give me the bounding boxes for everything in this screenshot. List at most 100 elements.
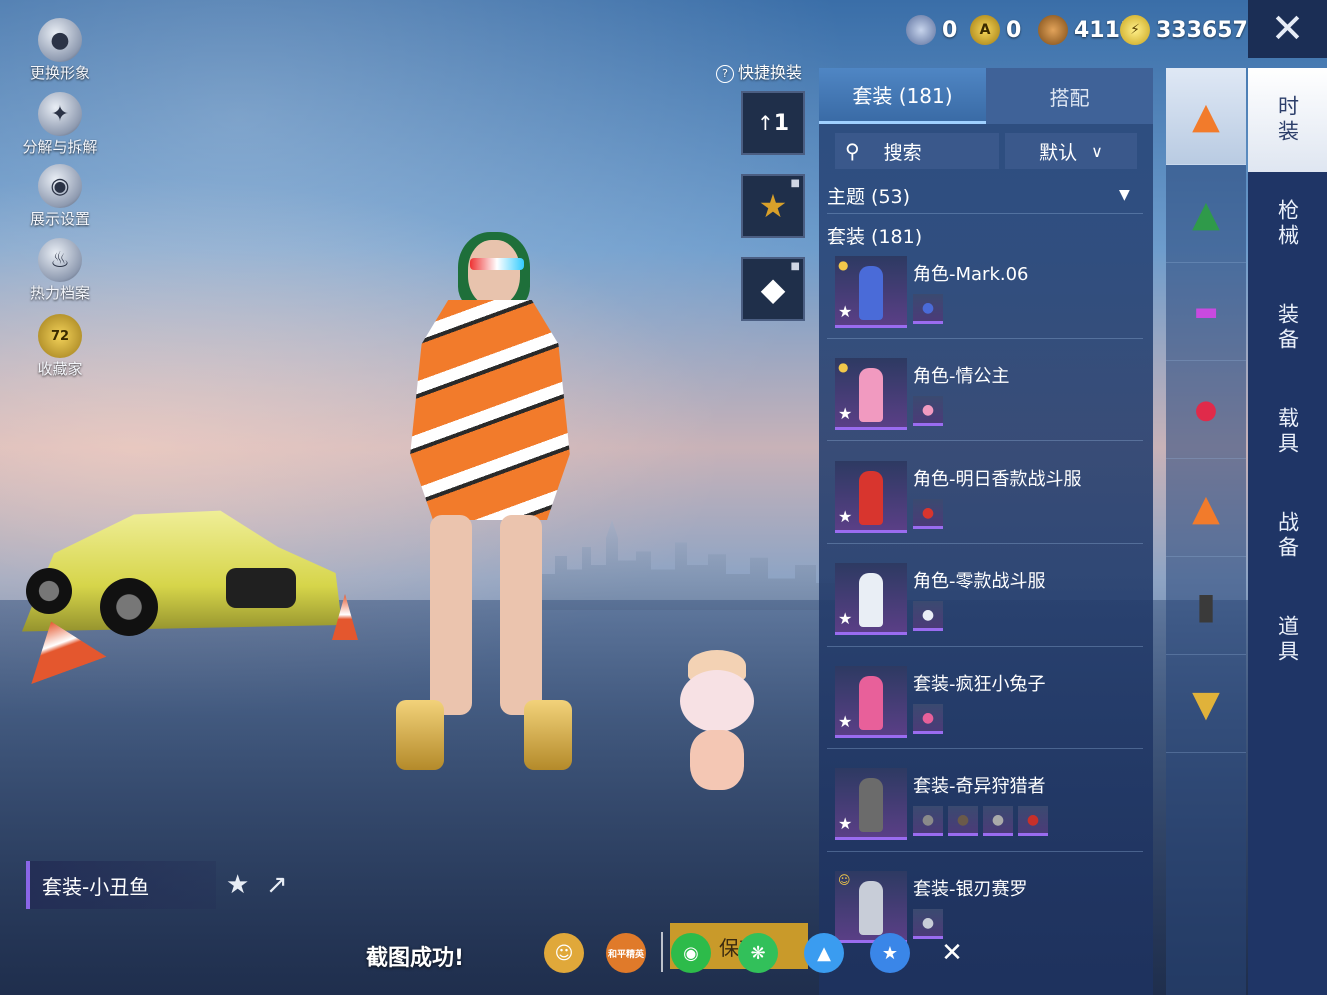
orange-outfit-icon: ▲ xyxy=(1192,95,1220,137)
sub-item[interactable]: ● xyxy=(913,396,943,426)
nav-gear[interactable]: 战备 xyxy=(1248,484,1327,588)
close-icon: ✕ xyxy=(1270,6,1305,52)
search-row: ⚲ 搜索 默认 ∨ xyxy=(835,133,1137,169)
decompose-button[interactable]: ✦ 分解与拆解 xyxy=(10,92,110,157)
divider xyxy=(827,646,1143,647)
currency-1[interactable]: 0 xyxy=(906,12,957,48)
divider xyxy=(827,440,1143,441)
qzone-icon[interactable]: ★ xyxy=(870,933,910,973)
flame-icon: ♨ xyxy=(38,238,82,282)
peace-elite-icon[interactable]: 和平精英 xyxy=(606,933,646,973)
theme-section-header[interactable]: 主题 (53) xyxy=(827,182,910,209)
search-icon: ⚲ xyxy=(845,139,860,163)
character-outfit xyxy=(410,300,570,520)
divider xyxy=(827,543,1143,544)
nav-fashion[interactable]: 时装 xyxy=(1248,68,1327,172)
person-badge-icon: ● xyxy=(838,258,849,272)
list-item[interactable]: ★ 角色-零款战斗服 ● xyxy=(835,563,1145,659)
sub-item[interactable]: ● xyxy=(913,909,943,939)
wechat-icon[interactable]: ◉ xyxy=(671,933,711,973)
outfit-panel: 套装 (181) 搭配 ⚲ 搜索 默认 ∨ 主题 (53) ▼ 套装 (181)… xyxy=(819,68,1153,995)
pet-companion xyxy=(676,650,758,790)
visor-icon: ▬ xyxy=(1193,297,1219,327)
lock-icon: ■ xyxy=(790,178,800,189)
item-thumbnail: ● ★ xyxy=(835,358,907,430)
gold-shoes-icon: ▼ xyxy=(1192,683,1220,725)
suits-section-header: 套装 (181) xyxy=(827,226,923,248)
divider xyxy=(827,213,1143,214)
item-thumbnail: ★ xyxy=(835,563,907,635)
lightning-coin-icon: ⚡ xyxy=(1120,15,1150,45)
category-orange-outfit[interactable]: ▲ xyxy=(1166,68,1246,165)
star-icon[interactable]: ★ xyxy=(226,870,249,900)
collector-badge-icon: 72 xyxy=(38,314,82,358)
list-item[interactable]: ★ 套装-奇异狩猎者 ● ● ● ● xyxy=(835,768,1145,864)
character-figure xyxy=(859,471,883,525)
dropdown-triangle-icon[interactable]: ▼ xyxy=(1119,187,1130,203)
category-eyewear[interactable]: ▬ xyxy=(1166,264,1246,361)
orange-outfit-icon: ▲ xyxy=(1192,487,1220,529)
quick-change-link[interactable]: ? 快捷换装 xyxy=(716,59,802,83)
sub-item[interactable]: ● xyxy=(913,294,943,324)
item-thumbnail: ★ xyxy=(835,666,907,738)
qq-icon[interactable]: ▲ xyxy=(804,933,844,973)
sub-item[interactable]: ● xyxy=(948,806,978,836)
car-wheel xyxy=(100,578,158,636)
character-head xyxy=(468,240,520,306)
avatar-share-icon[interactable]: ☺ xyxy=(544,933,584,973)
sub-item[interactable]: ● xyxy=(1018,806,1048,836)
character-figure xyxy=(859,778,883,832)
collector-button[interactable]: 72 收藏家 xyxy=(10,314,110,379)
sort-dropdown[interactable]: 默认 ∨ xyxy=(1005,133,1137,169)
hanger-icon: ↑ xyxy=(756,111,774,135)
nav-items[interactable]: 道具 xyxy=(1248,588,1327,692)
sub-item[interactable]: ● xyxy=(913,601,943,631)
currency-2[interactable]: A 0 xyxy=(970,12,1021,48)
sub-item[interactable]: ● xyxy=(913,704,943,734)
city-skyline xyxy=(540,520,840,610)
character-leg xyxy=(500,515,542,715)
display-settings-button[interactable]: ◉ 展示设置 xyxy=(10,164,110,229)
close-share-icon[interactable]: ✕ xyxy=(932,933,972,973)
nav-equipment[interactable]: 装备 xyxy=(1248,276,1327,380)
character-figure xyxy=(859,573,883,627)
category-top[interactable]: ▲ xyxy=(1166,460,1246,557)
star-icon: ★ xyxy=(838,712,853,731)
sub-item[interactable]: ● xyxy=(913,806,943,836)
current-outfit-label: 套装-小丑鱼 xyxy=(26,861,216,909)
category-pants[interactable]: ▮ xyxy=(1166,558,1246,655)
smiley-badge-icon: ☺ xyxy=(838,873,851,887)
divider xyxy=(827,338,1143,339)
category-face[interactable]: ● xyxy=(1166,362,1246,459)
car-wheel xyxy=(26,568,72,614)
tab-match[interactable]: 搭配 xyxy=(986,68,1153,124)
hanger-slot-button[interactable]: ↑ 1 xyxy=(741,91,805,155)
close-button[interactable]: ✕ xyxy=(1248,0,1327,58)
category-shoes[interactable]: ▼ xyxy=(1166,656,1246,753)
sub-item[interactable]: ● xyxy=(913,499,943,529)
share-icon[interactable]: ↗ xyxy=(266,870,288,900)
character-figure xyxy=(859,881,883,935)
character-shoe xyxy=(396,700,444,770)
category-strip: ▲ ▲ ▬ ● ▲ ▮ ▼ xyxy=(1166,68,1246,995)
diamond-slot-button[interactable]: ◆ ■ xyxy=(741,257,805,321)
nav-vehicles[interactable]: 载具 xyxy=(1248,380,1327,484)
bronze-coin-icon xyxy=(1038,15,1068,45)
divider xyxy=(661,932,663,972)
trophy-slot-button[interactable]: ★ ■ xyxy=(741,174,805,238)
moments-icon[interactable]: ❋ xyxy=(738,933,778,973)
green-hood-icon: ▲ xyxy=(1192,193,1220,235)
eye-icon: ◉ xyxy=(38,164,82,208)
change-avatar-button[interactable]: ● 更换形象 xyxy=(10,18,110,83)
divider xyxy=(827,748,1143,749)
tab-suits[interactable]: 套装 (181) xyxy=(819,68,986,124)
category-headwear[interactable]: ▲ xyxy=(1166,166,1246,263)
sub-item[interactable]: ● xyxy=(983,806,1013,836)
diamond-icon: ◆ xyxy=(760,270,786,308)
heat-profile-button[interactable]: ♨ 热力档案 xyxy=(10,238,110,303)
item-thumbnail: ☺ xyxy=(835,871,907,943)
currency-4[interactable]: ⚡ 333657 xyxy=(1120,12,1248,48)
pants-icon: ▮ xyxy=(1196,585,1216,627)
nav-weapons[interactable]: 枪械 xyxy=(1248,172,1327,276)
search-input[interactable]: ⚲ 搜索 xyxy=(835,133,999,169)
